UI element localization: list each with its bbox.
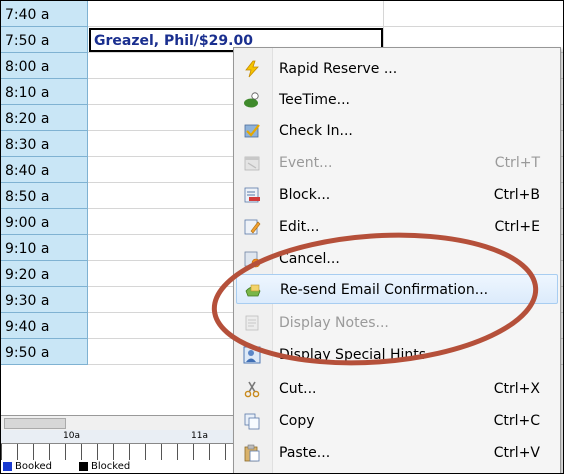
time-slot[interactable]: 9:00 a	[1, 209, 88, 235]
timeline-tick	[65, 444, 66, 460]
time-slot[interactable]: 8:10 a	[1, 79, 88, 105]
block-icon	[243, 186, 261, 204]
copy-icon	[243, 412, 261, 430]
menu-item-resend-email[interactable]: Re-send Email Confirmation...	[236, 274, 558, 304]
timeline-tick	[17, 444, 18, 460]
timeline-tick	[49, 444, 50, 460]
time-slot[interactable]: 9:40 a	[1, 313, 88, 339]
menu-item-label: Display Notes...	[279, 315, 389, 331]
menu-item-label: Cut...	[279, 381, 317, 397]
menu-item-label: Rapid Reserve ...	[279, 61, 398, 77]
tee-sheet-window: 7:40 a 7:50 a 8:00 a 8:10 a 8:20 a 8:30 …	[0, 0, 564, 474]
timeline-ticks	[1, 444, 242, 460]
timeline-tick	[209, 444, 210, 460]
menu-item-shortcut: Ctrl+T	[494, 155, 540, 171]
menu-item-copy[interactable]: Copy Ctrl+C	[234, 406, 560, 436]
time-slot[interactable]: 9:20 a	[1, 261, 88, 287]
menu-item-label: Edit...	[279, 219, 320, 235]
menu-item-shortcut: Ctrl+E	[494, 219, 541, 235]
cancel-icon	[243, 250, 261, 268]
timeline-tick	[177, 444, 178, 460]
timeline-tick	[97, 444, 98, 460]
legend-label: Blocked	[91, 461, 131, 472]
timeline-tick	[145, 444, 146, 460]
booked-swatch	[3, 461, 12, 471]
legend-booked: Booked	[3, 461, 52, 472]
menu-item-block[interactable]: Block... Ctrl+B	[234, 180, 560, 210]
time-slot[interactable]: 8:00 a	[1, 53, 88, 79]
menu-item-teetime[interactable]: TeeTime...	[234, 85, 560, 115]
menu-item-check-in[interactable]: Check In...	[234, 116, 560, 146]
timeline-hour-labels: 10a 11a	[1, 430, 241, 444]
email-icon	[244, 281, 262, 299]
time-slot[interactable]: 9:30 a	[1, 287, 88, 313]
menu-item-shortcut: Ctrl+C	[493, 413, 540, 429]
timeline-tick	[1, 444, 2, 460]
legend: Booked Blocked	[1, 461, 241, 473]
special-hints-icon	[243, 346, 261, 364]
time-slot[interactable]: 9:10 a	[1, 235, 88, 261]
grid-row[interactable]	[88, 1, 563, 27]
timeline-tick	[81, 444, 82, 460]
edit-icon	[243, 218, 261, 236]
menu-item-paste[interactable]: Paste... Ctrl+V	[234, 438, 560, 468]
time-slot[interactable]: 7:40 a	[1, 1, 88, 27]
event-icon	[243, 154, 261, 172]
menu-item-rapid-reserve[interactable]: Rapid Reserve ...	[234, 54, 560, 84]
menu-item-label: TeeTime...	[279, 92, 351, 108]
timeline-tick	[33, 444, 34, 460]
menu-item-label: Block...	[279, 187, 331, 203]
time-slot[interactable]: 8:40 a	[1, 157, 88, 183]
menu-item-display-notes[interactable]: Display Notes...	[234, 308, 560, 338]
menu-item-label: Display Special Hints	[279, 347, 427, 363]
menu-item-cancel[interactable]: Cancel...	[234, 244, 560, 274]
time-slot[interactable]: 7:50 a	[1, 27, 88, 53]
check-in-icon	[243, 122, 261, 140]
menu-item-event[interactable]: Event... Ctrl+T	[234, 148, 560, 178]
menu-item-display-special-hints[interactable]: Display Special Hints	[234, 340, 560, 370]
timeline-tick	[129, 444, 130, 460]
context-menu: Rapid Reserve ... TeeTime... Check In...…	[233, 47, 561, 473]
golf-ball-icon	[243, 91, 261, 109]
blocked-swatch	[79, 461, 88, 471]
timeline-strip: 10a 11a Booked Blocked	[1, 415, 242, 473]
menu-item-label: Cancel...	[279, 251, 340, 267]
timeline-scroll-thumb[interactable]	[4, 418, 66, 429]
menu-item-label: Copy	[279, 413, 315, 429]
menu-item-label: Paste...	[279, 445, 331, 461]
menu-item-cut[interactable]: Cut... Ctrl+X	[234, 374, 560, 404]
menu-item-edit[interactable]: Edit... Ctrl+E	[234, 212, 560, 242]
paste-icon	[243, 444, 261, 462]
scissors-icon	[243, 380, 261, 398]
legend-label: Booked	[15, 461, 53, 472]
timeline-tick	[193, 444, 194, 460]
time-slot[interactable]: 8:30 a	[1, 131, 88, 157]
time-column: 7:40 a 7:50 a 8:00 a 8:10 a 8:20 a 8:30 …	[1, 1, 88, 365]
time-slot[interactable]: 8:20 a	[1, 105, 88, 131]
menu-item-shortcut: Ctrl+X	[493, 381, 540, 397]
timeline-hour-label: 11a	[191, 431, 208, 441]
notes-icon	[243, 314, 261, 332]
menu-item-label: Event...	[279, 155, 333, 171]
time-slot[interactable]: 9:50 a	[1, 339, 88, 365]
timeline-tick	[113, 444, 114, 460]
lightning-icon	[243, 60, 261, 78]
timeline-tick	[225, 444, 226, 460]
menu-item-shortcut: Ctrl+V	[493, 445, 540, 461]
menu-item-shortcut: Ctrl+B	[493, 187, 540, 203]
legend-blocked: Blocked	[79, 461, 130, 472]
menu-item-label: Check In...	[279, 123, 353, 139]
timeline-hour-label: 10a	[63, 431, 80, 441]
menu-item-label: Re-send Email Confirmation...	[280, 282, 489, 298]
timeline-tick	[161, 444, 162, 460]
timeline-scrollbar[interactable]	[1, 415, 241, 431]
time-slot[interactable]: 8:50 a	[1, 183, 88, 209]
